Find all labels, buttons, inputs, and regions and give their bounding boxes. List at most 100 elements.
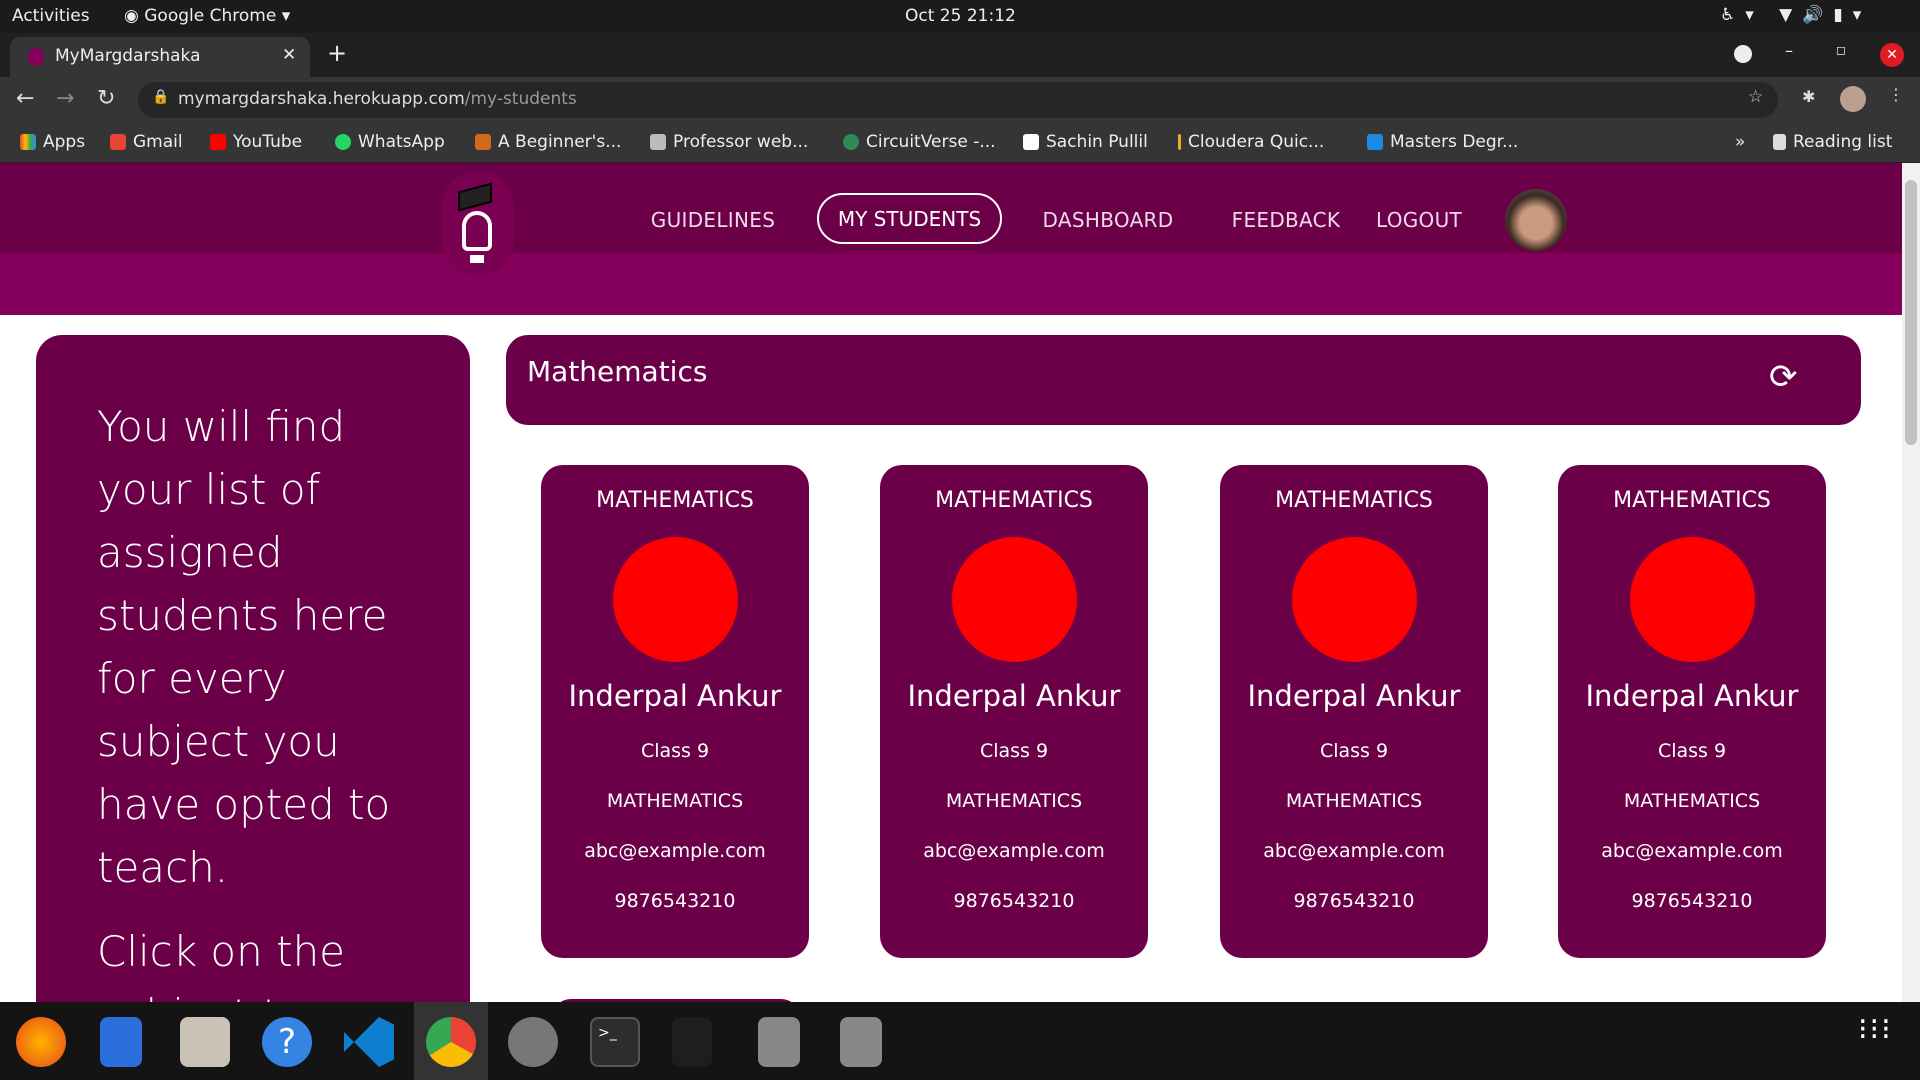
- app-menu[interactable]: ◉ Google Chrome ▾: [124, 6, 290, 26]
- scrollbar-thumb[interactable]: [1905, 180, 1917, 445]
- minimize-button[interactable]: –: [1785, 41, 1793, 60]
- nav-logout[interactable]: LOGOUT: [1376, 208, 1462, 232]
- student-name: Inderpal Ankur: [1585, 679, 1799, 713]
- figma-icon[interactable]: [672, 1017, 712, 1067]
- nav-guidelines[interactable]: GUIDELINES: [651, 208, 775, 232]
- terminal-icon[interactable]: >_: [590, 1017, 640, 1067]
- reload-icon[interactable]: ↻: [97, 86, 115, 111]
- sync-icon[interactable]: ⟳: [1769, 357, 1798, 397]
- student-card[interactable]: MATHEMATICS Inderpal Ankur Class 9 MATHE…: [541, 465, 809, 958]
- ssd-drive-icon[interactable]: [840, 1017, 882, 1067]
- youtube-icon: [210, 134, 226, 150]
- bookmark-professor[interactable]: Professor web...: [650, 132, 808, 152]
- info-panel: You will find your list of assigned stud…: [36, 335, 470, 1039]
- student-class: Class 9: [640, 740, 710, 762]
- bookmark-label: Professor web...: [673, 132, 809, 152]
- status-dot: [952, 537, 1077, 662]
- circuitverse-icon: [843, 134, 859, 150]
- menu-icon[interactable]: ⋮: [1888, 85, 1904, 104]
- bookmark-label: Cloudera Quic...: [1188, 132, 1325, 152]
- close-window-button[interactable]: ✕: [1880, 43, 1904, 67]
- activities-button[interactable]: Activities: [12, 6, 90, 26]
- bookmark-label: Gmail: [133, 132, 183, 152]
- reading-list-icon: [1773, 134, 1786, 150]
- status-dot: [613, 537, 738, 662]
- url-path: /my-students: [464, 89, 577, 109]
- subject-header[interactable]: Mathematics ⟳: [506, 335, 1861, 425]
- reading-list-button[interactable]: Reading list: [1773, 132, 1892, 152]
- tab-title: MyMargdarshaka: [55, 46, 201, 66]
- tab-strip: MyMargdarshaka ✕ + – ◻ ✕: [0, 33, 1920, 77]
- card-subject: MATHEMATICS: [1275, 488, 1433, 513]
- student-name: Inderpal Ankur: [1247, 679, 1461, 713]
- system-top-bar: Activities ◉ Google Chrome ▾ Oct 25 21:1…: [0, 0, 1920, 33]
- settings-icon[interactable]: [508, 1017, 558, 1067]
- student-name: Inderpal Ankur: [907, 679, 1121, 713]
- clock[interactable]: Oct 25 21:12: [905, 6, 1016, 26]
- chrome-icon[interactable]: [426, 1017, 476, 1067]
- bookmark-label: YouTube: [233, 132, 303, 152]
- writer-icon[interactable]: [100, 1017, 142, 1067]
- bookmarks-overflow[interactable]: »: [1735, 132, 1745, 152]
- student-card[interactable]: MATHEMATICS Inderpal Ankur Class 9 MATHE…: [880, 465, 1148, 958]
- vscode-icon[interactable]: [344, 1017, 394, 1067]
- bookmark-circuitverse[interactable]: CircuitVerse -...: [843, 132, 996, 152]
- bookmark-favicon-icon: [1367, 134, 1383, 150]
- sp-icon: [1023, 134, 1039, 150]
- maximize-button[interactable]: ◻: [1836, 43, 1846, 57]
- toolbar: ← → ↻ 🔒 mymargdarshaka.herokuapp.com/my-…: [0, 77, 1920, 122]
- student-subject: MATHEMATICS: [1623, 790, 1761, 812]
- bookmark-masters[interactable]: Masters Degr...: [1367, 132, 1518, 152]
- system-tray-icons[interactable]: ♿▾ ▼🔊▮▾: [1720, 5, 1871, 25]
- whatsapp-icon: [335, 134, 351, 150]
- student-card[interactable]: MATHEMATICS Inderpal Ankur Class 9 MATHE…: [1558, 465, 1826, 958]
- profile-avatar[interactable]: [1840, 86, 1866, 112]
- back-icon[interactable]: ←: [16, 86, 34, 111]
- nav-dashboard[interactable]: DASHBOARD: [1043, 208, 1174, 232]
- new-tab-button[interactable]: +: [327, 39, 347, 67]
- app-name: Google Chrome: [144, 6, 277, 26]
- bookmark-youtube[interactable]: YouTube: [210, 132, 302, 152]
- subject-title: Mathematics: [527, 355, 708, 388]
- tab-mymargdarshaka[interactable]: MyMargdarshaka ✕: [10, 37, 310, 77]
- bookmark-beginners[interactable]: A Beginner's...: [475, 132, 621, 152]
- student-email: abc@example.com: [1601, 840, 1783, 862]
- bookmark-cloudera[interactable]: Cloudera Quic...: [1178, 132, 1324, 152]
- forward-icon[interactable]: →: [56, 86, 74, 111]
- bookmark-label: A Beginner's...: [498, 132, 622, 152]
- firefox-icon[interactable]: [16, 1017, 66, 1067]
- address-bar[interactable]: 🔒 mymargdarshaka.herokuapp.com/my-studen…: [138, 82, 1778, 118]
- files-icon[interactable]: [180, 1017, 230, 1067]
- nav-feedback[interactable]: FEEDBACK: [1232, 208, 1341, 232]
- show-apps-icon[interactable]: ⁝⁝⁝: [1858, 1015, 1893, 1045]
- extensions-icon[interactable]: ✱: [1802, 87, 1815, 106]
- student-subject: MATHEMATICS: [945, 790, 1083, 812]
- status-dot: [1292, 537, 1417, 662]
- bookmark-sachin[interactable]: Sachin Pullil: [1023, 132, 1148, 152]
- bulb-base: [470, 255, 484, 263]
- user-avatar[interactable]: [1505, 189, 1567, 251]
- info-text: You will find your list of assigned stud…: [97, 402, 391, 892]
- bookmark-whatsapp[interactable]: WhatsApp: [335, 132, 445, 152]
- logo[interactable]: [442, 171, 514, 276]
- bookmark-favicon-icon: [475, 134, 491, 150]
- bookmark-star-icon[interactable]: ☆: [1748, 87, 1763, 107]
- student-phone: 9876543210: [1293, 890, 1415, 912]
- cloudera-icon: [1178, 134, 1181, 150]
- bookmark-gmail[interactable]: Gmail: [110, 132, 183, 152]
- student-phone: 9876543210: [953, 890, 1075, 912]
- nav-my-students[interactable]: MY STUDENTS: [817, 193, 1002, 244]
- header-band: [0, 253, 1902, 315]
- status-dot: [1630, 537, 1755, 662]
- student-name: Inderpal Ankur: [568, 679, 782, 713]
- card-subject: MATHEMATICS: [935, 488, 1093, 513]
- bookmark-apps[interactable]: Apps: [20, 132, 85, 152]
- reading-list-label: Reading list: [1793, 132, 1893, 152]
- close-tab-icon[interactable]: ✕: [282, 45, 296, 65]
- ssd-drive-icon[interactable]: [758, 1017, 800, 1067]
- student-card[interactable]: MATHEMATICS Inderpal Ankur Class 9 MATHE…: [1220, 465, 1488, 958]
- url-host: mymargdarshaka.herokuapp.com: [178, 89, 465, 109]
- bookmark-label: CircuitVerse -...: [866, 132, 996, 152]
- tab-search-icon[interactable]: [1734, 45, 1752, 63]
- help-icon[interactable]: ?: [262, 1017, 312, 1067]
